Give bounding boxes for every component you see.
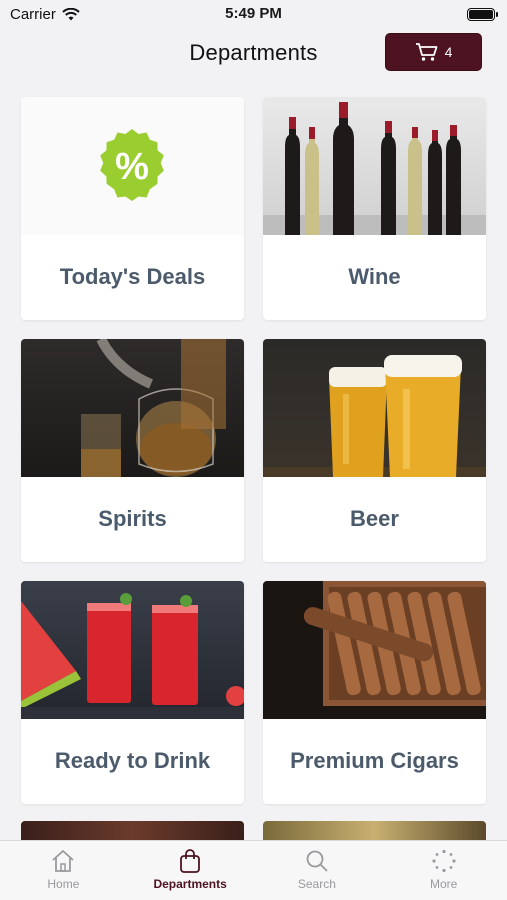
premium-cigars-image [263,581,486,719]
departments-grid: % Today's Deals Wine Spirits Beer Ready … [21,97,487,804]
department-card-wine[interactable]: Wine [263,97,486,320]
tab-home[interactable]: Home [0,841,127,900]
department-card-premium-cigars[interactable]: Premium Cigars [263,581,486,804]
wine-image [263,97,486,235]
department-card-todays-deals[interactable]: % Today's Deals [21,97,244,320]
spirits-glasses-illustration [81,339,226,477]
battery-icon [467,7,498,21]
nav-header: Departments 4 [0,28,507,78]
cigar-box-illustration [303,581,486,706]
tab-label: More [429,877,458,891]
next-row-partial [21,821,487,841]
cart-button[interactable]: 4 [385,33,482,71]
department-label: Wine [348,264,401,290]
search-icon [306,850,328,872]
department-card-spirits[interactable]: Spirits [21,339,244,562]
beer-image [263,339,486,477]
department-label: Ready to Drink [54,748,211,774]
cart-icon [415,43,437,61]
department-label: Today's Deals [59,264,206,290]
wifi-icon [62,7,80,20]
tab-search[interactable]: Search [254,841,381,900]
department-card-beer[interactable]: Beer [263,339,486,562]
page-title: Departments [189,40,318,65]
partial-card-left[interactable] [21,821,244,841]
deals-image: % [21,97,244,235]
cart-count: 4 [444,44,453,60]
department-label: Beer [350,506,399,532]
status-left: Carrier [10,6,80,23]
carrier-label: Carrier [10,5,56,23]
tab-departments[interactable]: Departments [127,841,254,900]
tab-more[interactable]: More [380,841,507,900]
beer-glasses-illustration [263,355,486,477]
tab-label: Departments [153,877,227,891]
bag-icon [180,849,201,873]
department-label: Spirits [98,506,167,532]
spirits-image [21,339,244,477]
partial-card-right[interactable] [263,821,486,841]
wine-bottles-illustration [263,102,486,235]
tab-label: Search [297,877,336,891]
status-bar: Carrier [0,0,507,28]
more-icon [432,849,456,873]
home-icon [52,850,74,872]
tab-label: Home [47,877,80,891]
cocktails-illustration [21,593,244,719]
ready-to-drink-image [21,581,244,719]
discount-badge-icon: % [100,129,164,201]
deals-badge-symbol: % [115,146,149,188]
tab-bar: Home Departments Search More [0,840,507,900]
department-label: Premium Cigars [290,748,459,774]
department-card-ready-to-drink[interactable]: Ready to Drink [21,581,244,804]
